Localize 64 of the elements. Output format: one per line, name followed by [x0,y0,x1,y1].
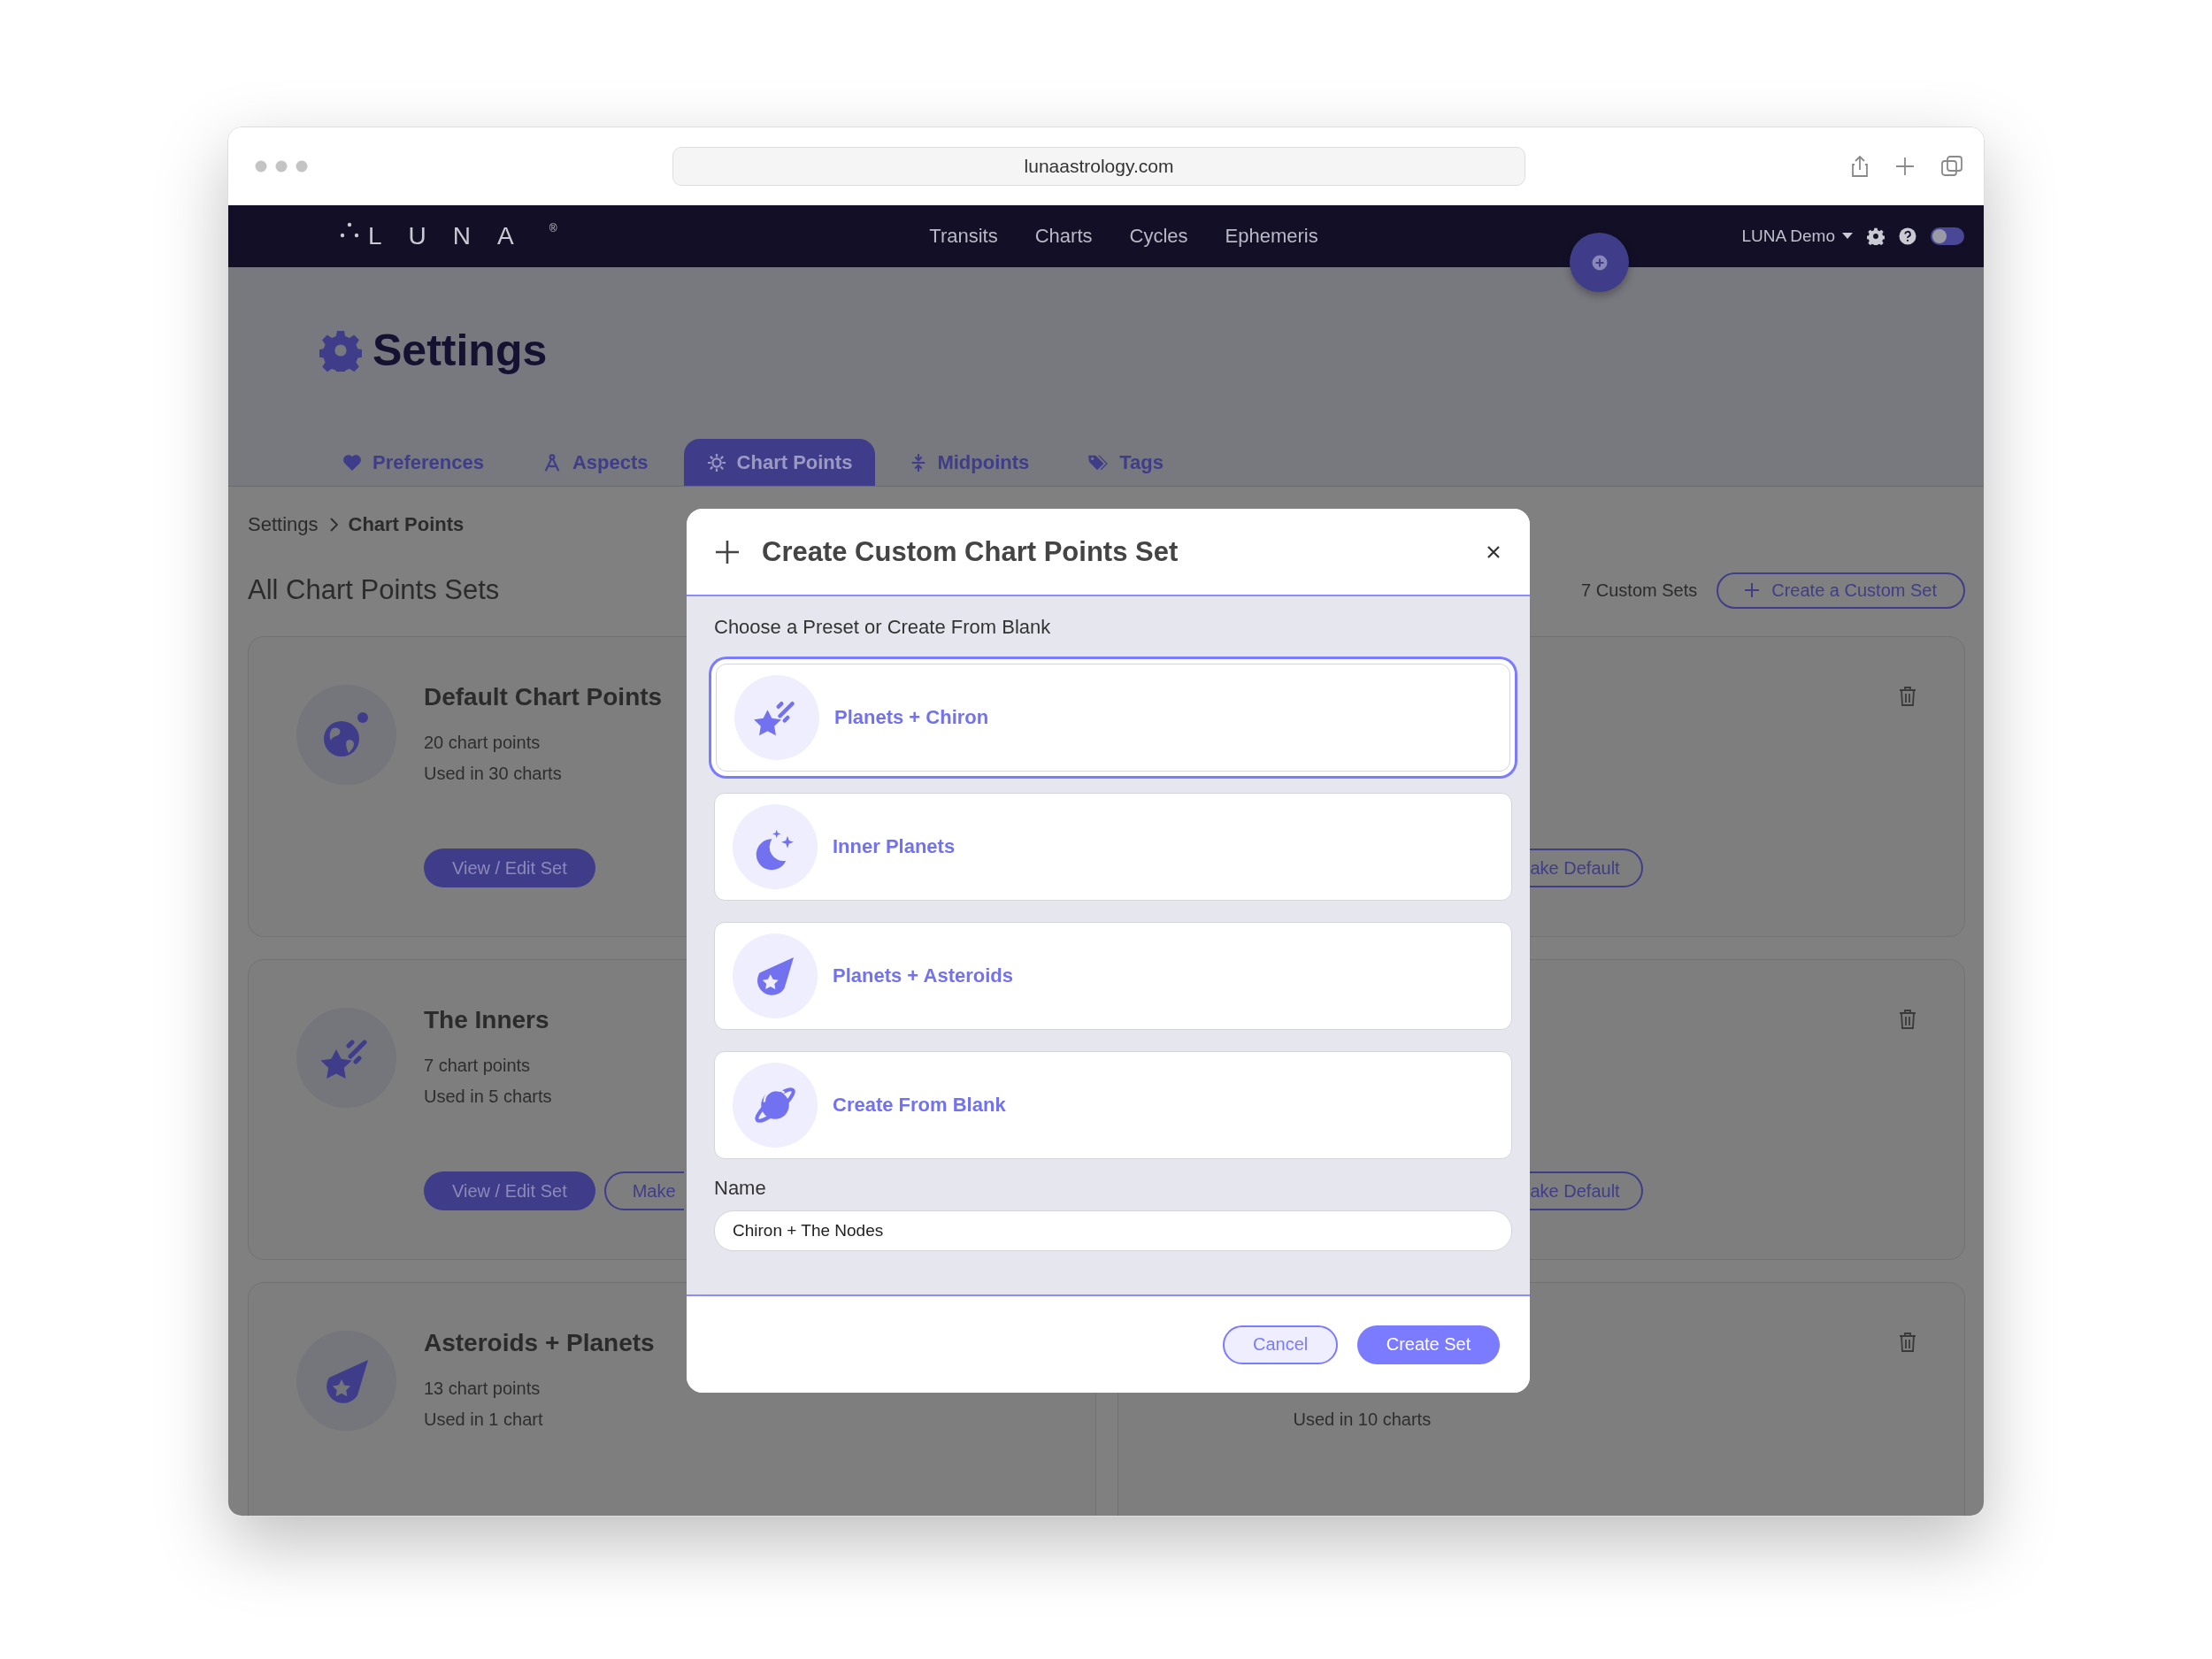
sun-icon [706,452,726,472]
page-title: Settings [373,325,548,377]
tabs-icon[interactable] [1941,156,1962,177]
nav-link[interactable]: Transits [929,225,998,248]
plus-icon[interactable] [1895,157,1915,176]
create-custom-set-button[interactable]: Create a Custom Set [1717,572,1965,609]
plus-circle-icon [1591,254,1608,271]
nav-link[interactable]: Charts [1034,225,1093,248]
tags-icon [1087,453,1110,472]
caret-icon[interactable] [1842,233,1853,240]
window-dots-icon[interactable] [255,160,308,173]
compass-icon [542,452,562,472]
heart-icon [342,453,362,472]
breadcrumb-link[interactable]: Settings [248,513,319,536]
make-default-button[interactable]: Make [603,1171,684,1210]
registered-mark: ® [549,222,557,234]
nav-link[interactable]: Ephemeris [1225,225,1318,248]
settings-tab[interactable]: Tags [1064,439,1187,486]
delete-icon[interactable] [1899,1332,1916,1353]
settings-tab[interactable]: Chart Points [683,439,876,486]
plus-icon [1745,583,1760,597]
account-menu[interactable]: LUNA Demo [1741,227,1835,246]
plus-icon [716,540,739,564]
preset-option[interactable]: Create From Blank [714,1051,1512,1159]
settings-tab[interactable]: Aspects [519,439,672,486]
custom-sets-count: 7 Custom Sets [1581,580,1698,601]
delete-icon[interactable] [1899,686,1916,707]
breadcrumb-current: Chart Points [348,513,465,536]
cancel-button[interactable]: Cancel [1223,1325,1338,1364]
chart-points-count: 13 chart points [424,1378,541,1400]
help-icon[interactable] [1899,227,1916,245]
chart-points-count: 7 chart points [424,1055,531,1077]
theme-toggle[interactable] [1931,227,1964,245]
view-edit-button[interactable]: View / Edit Set [424,849,595,887]
set-title: Default Chart Points [424,683,663,712]
name-label: Name [714,1177,767,1200]
settings-tab[interactable]: Preferences [319,439,507,486]
chevron-right-icon [328,518,338,532]
split-arrows-icon [910,452,927,472]
delete-icon[interactable] [1899,1009,1916,1030]
set-title: The Inners [424,1006,549,1035]
dialog-prompt: Choose a Preset or Create From Blank [714,616,1052,640]
gear-icon [319,329,362,372]
usage-count: Used in 1 chart [424,1409,543,1431]
dialog-title: Create Custom Chart Points Set [762,535,1179,568]
chart-points-count: 20 chart points [424,732,541,754]
view-edit-button[interactable]: View / Edit Set [424,1171,595,1210]
name-input[interactable]: Chiron + The Nodes [714,1210,1512,1251]
nav-link[interactable]: Cycles [1129,225,1188,248]
settings-tab[interactable]: Midpoints [887,439,1053,486]
section-title: All Chart Points Sets [248,574,500,606]
preset-option[interactable]: Inner Planets [714,793,1512,901]
preset-option[interactable]: Planets + Asteroids [714,922,1512,1030]
usage-count: Used in 10 charts [1293,1409,1432,1431]
create-set-button[interactable]: Create Set [1357,1325,1500,1364]
share-icon[interactable] [1851,155,1869,178]
address-bar[interactable]: lunaastrology.com [672,147,1525,186]
logo-text[interactable]: LUNA [368,222,541,250]
logo-dots-icon [340,222,359,238]
usage-count: Used in 5 charts [424,1086,552,1108]
set-title: Asteroids + Planets [424,1329,655,1358]
close-icon[interactable] [1487,545,1500,558]
usage-count: Used in 30 charts [424,763,562,785]
settings-icon[interactable] [1867,227,1885,245]
